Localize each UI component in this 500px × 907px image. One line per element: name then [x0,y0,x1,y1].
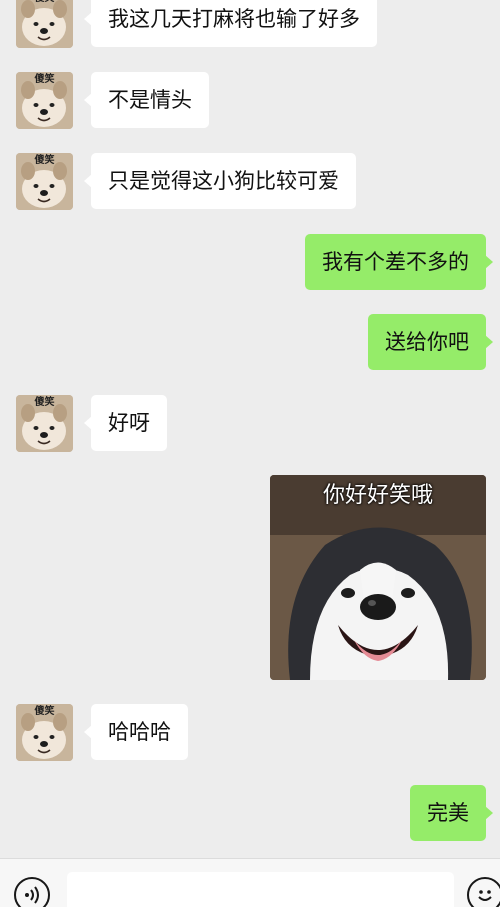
received-message-bubble[interactable]: 哈哈哈 [84,704,188,760]
avatar-label: 傻笑 [34,706,55,717]
chat-screen: 傻笑 我这几天打麻将也输了好多 傻笑 不是情头 [0,0,500,907]
contact-avatar[interactable]: 傻笑 [16,395,73,452]
voice-icon [25,886,39,904]
received-message-bubble[interactable]: 我这几天打麻将也输了好多 [84,0,377,47]
voice-button[interactable] [14,877,50,907]
emoji-button[interactable] [467,877,500,907]
contact-avatar[interactable]: 傻笑 [16,72,73,129]
contact-avatar[interactable]: 傻笑 [16,0,73,48]
avatar-label: 傻笑 [34,397,55,408]
sticker-message[interactable]: 你好好笑哦 [270,475,486,680]
message-list[interactable]: 傻笑 我这几天打麻将也输了好多 傻笑 不是情头 [0,0,500,858]
dog-face-icon [16,0,73,48]
avatar-label: 傻笑 [16,0,73,4]
input-bar [0,858,500,907]
sent-message-bubble[interactable]: 送给你吧 [368,314,493,370]
received-message-bubble[interactable]: 好呀 [84,395,167,451]
message-input[interactable] [67,872,454,907]
avatar-label: 傻笑 [34,74,55,85]
contact-avatar[interactable]: 傻笑 [16,704,73,761]
sent-message-bubble[interactable]: 完美 [410,785,493,841]
sticker-caption: 你好好笑哦 [322,483,433,508]
sent-message-bubble[interactable]: 我有个差不多的 [305,234,493,290]
contact-avatar[interactable]: 傻笑 [16,153,73,210]
emoji-icon [478,890,492,901]
received-message-bubble[interactable]: 不是情头 [84,72,209,128]
avatar-label: 傻笑 [34,155,55,166]
received-message-bubble[interactable]: 只是觉得这小狗比较可爱 [84,153,356,209]
